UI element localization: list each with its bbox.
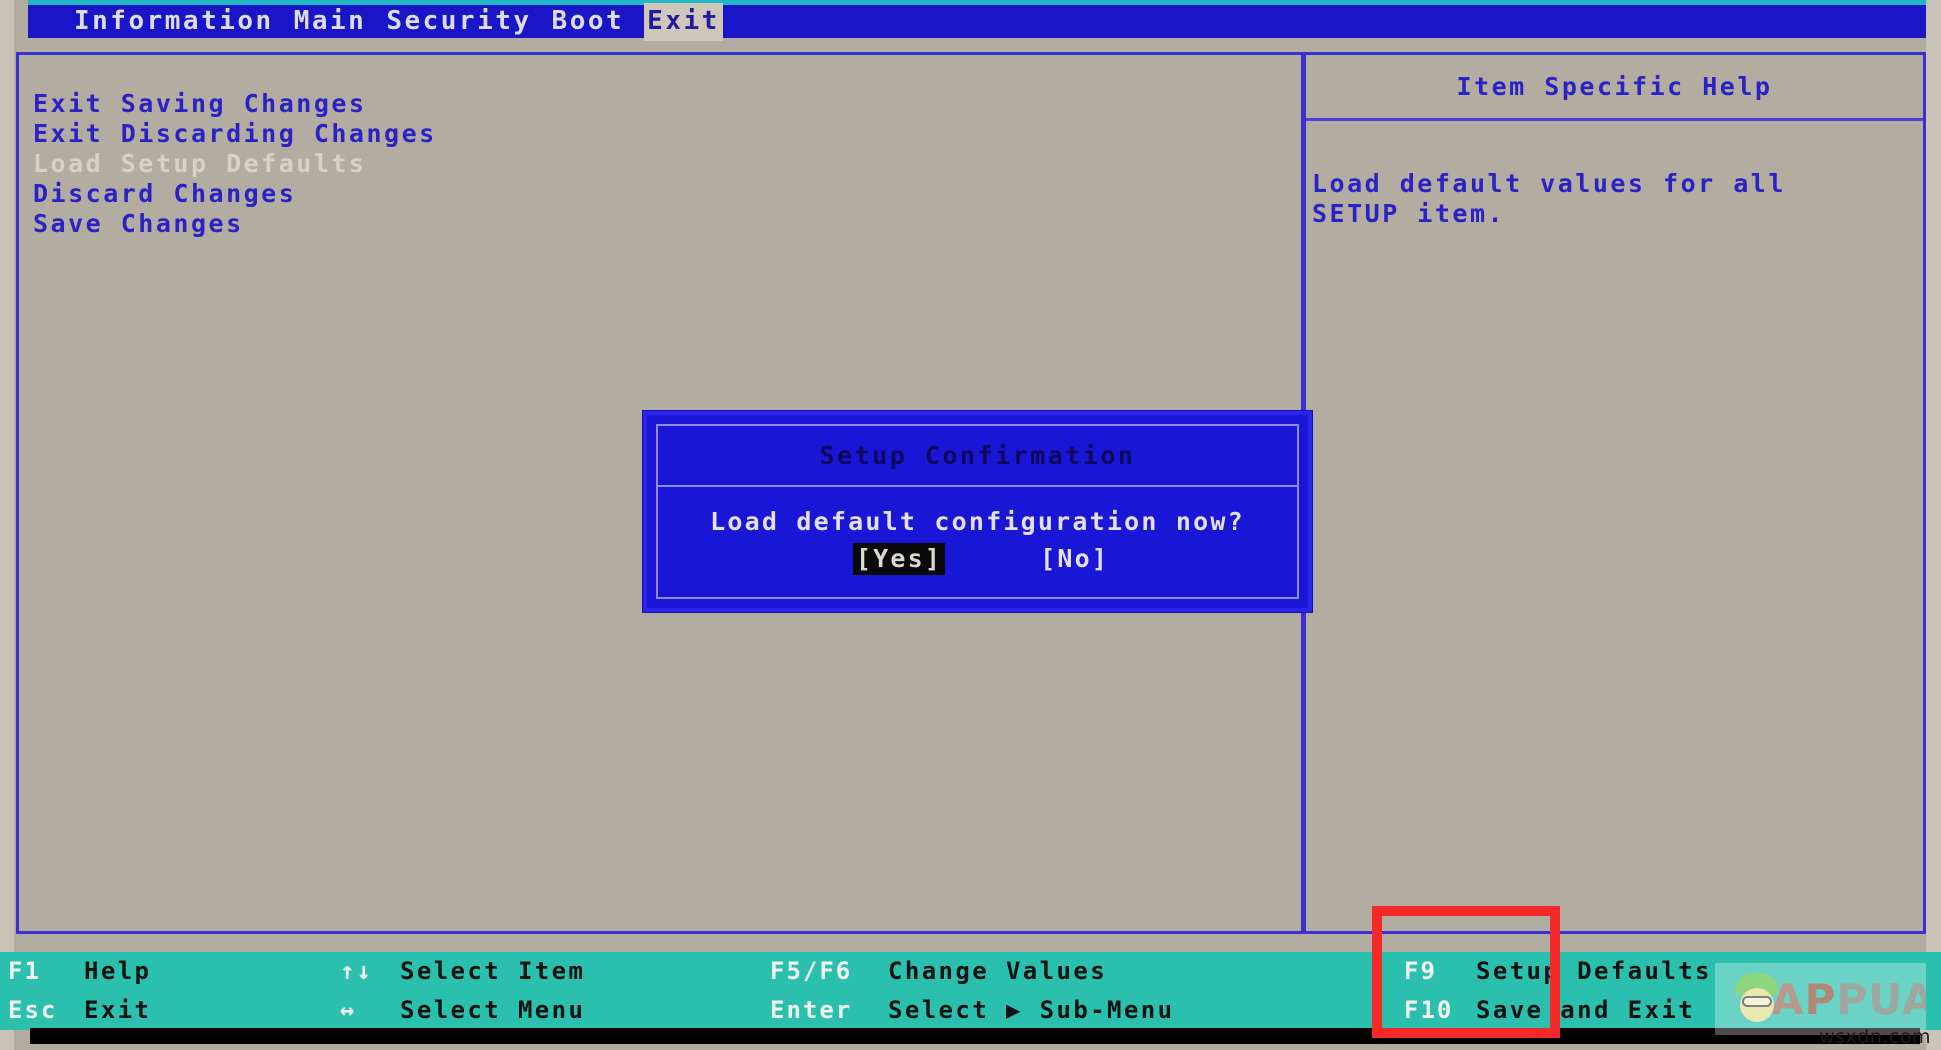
tab-boot[interactable]: Boot — [532, 5, 625, 39]
tab-security[interactable]: Security — [366, 5, 531, 39]
status-desc-select-submenu: Select ▶ Sub-Menu — [888, 996, 1175, 1024]
tab-information[interactable]: Information — [74, 5, 274, 39]
menu-item-exit-discarding-changes[interactable]: Exit Discarding Changes — [29, 119, 1311, 149]
status-hint-f1[interactable]: F1 Help — [8, 952, 151, 991]
tab-exit-wrap: Exit — [624, 2, 723, 41]
watermark-brand-rest: PUALS — [1836, 974, 1926, 1024]
site-tag: wsxdn.com — [1819, 1026, 1931, 1048]
status-bar-shadow — [30, 1028, 1920, 1044]
screen-bezel-right — [1926, 0, 1941, 1050]
help-text-line: Load default values for all — [1312, 169, 1786, 198]
dialog-question-text: Load default configuration now? — [710, 507, 1245, 536]
help-panel-title: Item Specific Help — [1456, 72, 1773, 101]
status-hint-updown[interactable]: ↑↓ Select Item — [340, 952, 585, 991]
no-button[interactable]: [No] — [1037, 543, 1112, 575]
watermark-letter-p: P — [1804, 974, 1837, 1024]
status-key-enter: Enter — [770, 996, 853, 1024]
arrow-up-down-icon: ↑↓ — [340, 957, 373, 985]
exit-menu-list: Exit Saving Changes Exit Discarding Chan… — [29, 89, 1311, 239]
tab-exit[interactable]: Exit — [644, 2, 723, 41]
status-desc-change-values: Change Values — [888, 957, 1108, 985]
status-key-esc: Esc — [8, 996, 58, 1024]
status-hint-esc[interactable]: Esc Exit — [8, 991, 151, 1030]
status-desc-exit: Exit — [84, 996, 152, 1024]
status-desc-help: Help — [84, 957, 152, 985]
dialog-button-row: [Yes] [No] — [658, 543, 1297, 575]
status-bar: F1 Help Esc Exit ↑↓ Select Item ↔ Select… — [0, 952, 1941, 1030]
status-desc-select-item: Select Item — [400, 957, 586, 985]
menu-item-discard-changes[interactable]: Discard Changes — [29, 179, 1311, 209]
mascot-head-icon — [1731, 971, 1783, 1027]
status-desc-select-menu: Select Menu — [400, 996, 586, 1024]
bios-setup-screen: Information Main Security Boot Exit Exit… — [0, 0, 1941, 1050]
status-key-f1: F1 — [8, 957, 41, 985]
menu-item-exit-saving-changes[interactable]: Exit Saving Changes — [29, 89, 1311, 119]
dialog-body: Load default configuration now? [Yes] [N… — [658, 487, 1297, 575]
status-hint-leftright[interactable]: ↔ Select Menu — [340, 991, 585, 1030]
dialog-inner-frame: Setup Confirmation Load default configur… — [656, 424, 1299, 599]
mascot-glasses-icon — [1742, 996, 1772, 1007]
status-hint-enter[interactable]: Enter Select ▶ Sub-Menu — [770, 991, 1174, 1030]
menu-bar: Information Main Security Boot Exit — [28, 2, 1926, 41]
annotation-red-highlight-box — [1372, 906, 1560, 1038]
arrow-left-right-icon: ↔ — [340, 996, 357, 1024]
watermark-brand-text: APPUALS — [1771, 975, 1926, 1024]
tab-main[interactable]: Main — [274, 5, 367, 39]
status-hint-f5f6[interactable]: F5/F6 Change Values — [770, 952, 1174, 991]
dialog-title-bar: Setup Confirmation — [658, 426, 1297, 487]
help-panel-header: Item Specific Help — [1306, 55, 1923, 121]
item-specific-help-panel: Item Specific Help Load default values f… — [1303, 52, 1926, 934]
appuals-watermark: APPUALS — [1715, 963, 1926, 1035]
status-column-values: F5/F6 Change Values Enter Select ▶ Sub-M… — [770, 952, 1174, 1030]
menu-item-load-setup-defaults[interactable]: Load Setup Defaults — [29, 149, 1311, 179]
dialog-title: Setup Confirmation — [819, 441, 1136, 470]
menu-item-save-changes[interactable]: Save Changes — [29, 209, 1311, 239]
help-text-line: SETUP item. — [1312, 199, 1506, 228]
status-column-select: ↑↓ Select Item ↔ Select Menu — [340, 952, 585, 1030]
status-column-navigation: F1 Help Esc Exit — [8, 952, 151, 1030]
screen-bezel-left — [0, 0, 14, 1050]
yes-button[interactable]: [Yes] — [852, 543, 946, 575]
status-key-f5-f6: F5/F6 — [770, 957, 853, 985]
setup-confirmation-dialog: Setup Confirmation Load default configur… — [643, 411, 1312, 612]
help-panel-body: Load default values for all SETUP item. — [1306, 121, 1923, 229]
